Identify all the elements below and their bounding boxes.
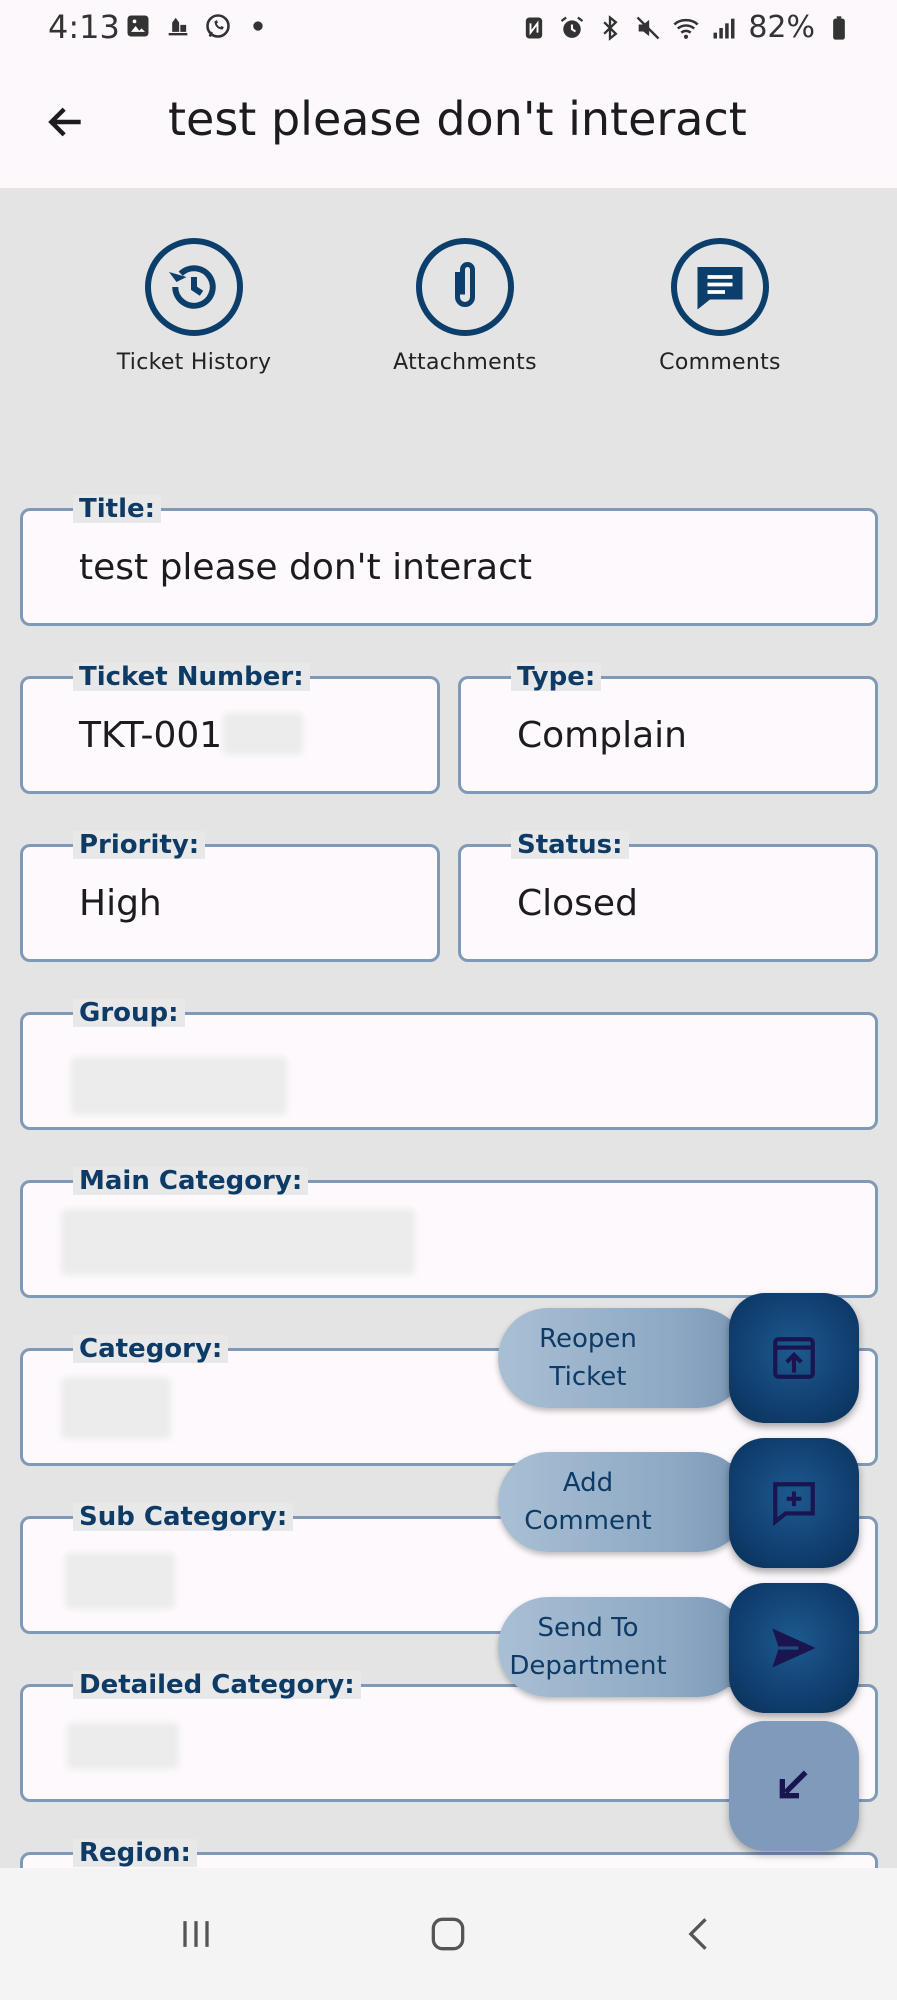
dot-icon xyxy=(244,12,272,40)
ticket-actions: Ticket History Attachments Comments xyxy=(0,238,897,378)
comments-label: Comments xyxy=(659,350,781,375)
reopen-ticket-label-button[interactable]: Reopen Ticket xyxy=(498,1308,748,1408)
home-icon xyxy=(431,1917,465,1951)
reopen-ticket-button[interactable] xyxy=(729,1293,859,1423)
recent-apps-icon xyxy=(183,1921,209,1947)
home-button[interactable] xyxy=(408,1906,488,1962)
title-field-label: Title: xyxy=(73,495,162,523)
reopen-icon xyxy=(762,1326,826,1390)
page-title: test please don't interact xyxy=(168,92,747,146)
type-field[interactable]: Type: Complain xyxy=(458,663,878,794)
status-field[interactable]: Status: Closed xyxy=(458,831,878,962)
main-category-label: Main Category: xyxy=(73,1167,309,1195)
back-button[interactable] xyxy=(36,92,96,152)
add-comment-label-button[interactable]: Add Comment xyxy=(498,1452,748,1552)
status-bar: 4:13 82% xyxy=(0,0,897,56)
main-category-field[interactable]: Main Category: xyxy=(20,1167,878,1298)
chevron-left-icon xyxy=(688,1918,707,1950)
status-time: 4:13 xyxy=(48,8,120,46)
nfc-icon xyxy=(520,14,548,42)
status-field-label: Status: xyxy=(511,831,629,859)
type-field-value: Complain xyxy=(517,715,687,756)
back-nav-button[interactable] xyxy=(660,1906,740,1962)
title-field[interactable]: Title: test please don't interact xyxy=(20,495,878,626)
priority-field-value: High xyxy=(79,883,162,924)
title-field-value: test please don't interact xyxy=(79,547,532,588)
comment-icon xyxy=(671,238,769,336)
recent-apps-button[interactable] xyxy=(156,1906,236,1962)
send-icon xyxy=(762,1616,826,1680)
send-to-department-label: Send To Department xyxy=(509,1613,667,1681)
wifi-icon xyxy=(672,14,700,42)
battery-icon xyxy=(825,14,853,42)
history-icon xyxy=(145,238,243,336)
mute-icon xyxy=(634,14,662,42)
status-field-value: Closed xyxy=(517,883,638,924)
ticket-history-button[interactable]: Ticket History xyxy=(84,238,304,375)
category-field-label: Category: xyxy=(73,1335,229,1363)
sub-category-label: Sub Category: xyxy=(73,1503,294,1531)
alarm-icon xyxy=(558,14,586,42)
send-to-department-label-button[interactable]: Send To Department xyxy=(498,1597,748,1697)
redacted-area xyxy=(65,1553,175,1609)
redacted-area xyxy=(67,1723,179,1769)
bluetooth-icon xyxy=(596,14,624,42)
priority-field[interactable]: Priority: High xyxy=(20,831,440,962)
app-icon xyxy=(164,12,192,40)
ticket-number-value: TKT-001 xyxy=(79,715,223,756)
ticket-number-label: Ticket Number: xyxy=(73,663,310,691)
redacted-area xyxy=(223,713,303,755)
add-comment-label: Add Comment xyxy=(524,1468,652,1536)
arrow-down-left-icon xyxy=(774,1764,814,1809)
send-to-department-button[interactable] xyxy=(729,1583,859,1713)
gallery-icon xyxy=(124,12,152,40)
notification-icons xyxy=(124,12,272,40)
battery-percent: 82% xyxy=(748,10,815,45)
redacted-area xyxy=(71,1057,287,1115)
collapse-fab-button[interactable] xyxy=(729,1721,859,1851)
signal-icon xyxy=(710,14,738,42)
ticket-history-label: Ticket History xyxy=(116,350,272,375)
comments-button[interactable]: Comments xyxy=(610,238,830,375)
ticket-number-field[interactable]: Ticket Number: TKT-001 xyxy=(20,663,440,794)
add-comment-icon xyxy=(762,1471,826,1535)
system-nav-bar xyxy=(0,1868,897,2000)
whatsapp-icon xyxy=(204,12,232,40)
paperclip-icon xyxy=(416,238,514,336)
detailed-category-label: Detailed Category: xyxy=(73,1671,361,1699)
redacted-area xyxy=(61,1209,415,1275)
add-comment-button[interactable] xyxy=(729,1438,859,1568)
region-field-label: Region: xyxy=(73,1839,197,1867)
group-field-label: Group: xyxy=(73,999,185,1027)
type-field-label: Type: xyxy=(511,663,602,691)
app-bar: test please don't interact xyxy=(0,56,897,188)
system-icons: 82% xyxy=(520,10,853,45)
group-field[interactable]: Group: xyxy=(20,999,878,1130)
attachments-button[interactable]: Attachments xyxy=(355,238,575,375)
attachments-label: Attachments xyxy=(393,350,537,375)
priority-field-label: Priority: xyxy=(73,831,206,859)
reopen-ticket-label: Reopen Ticket xyxy=(539,1324,637,1392)
arrow-left-icon xyxy=(48,107,81,137)
redacted-area xyxy=(61,1377,171,1439)
